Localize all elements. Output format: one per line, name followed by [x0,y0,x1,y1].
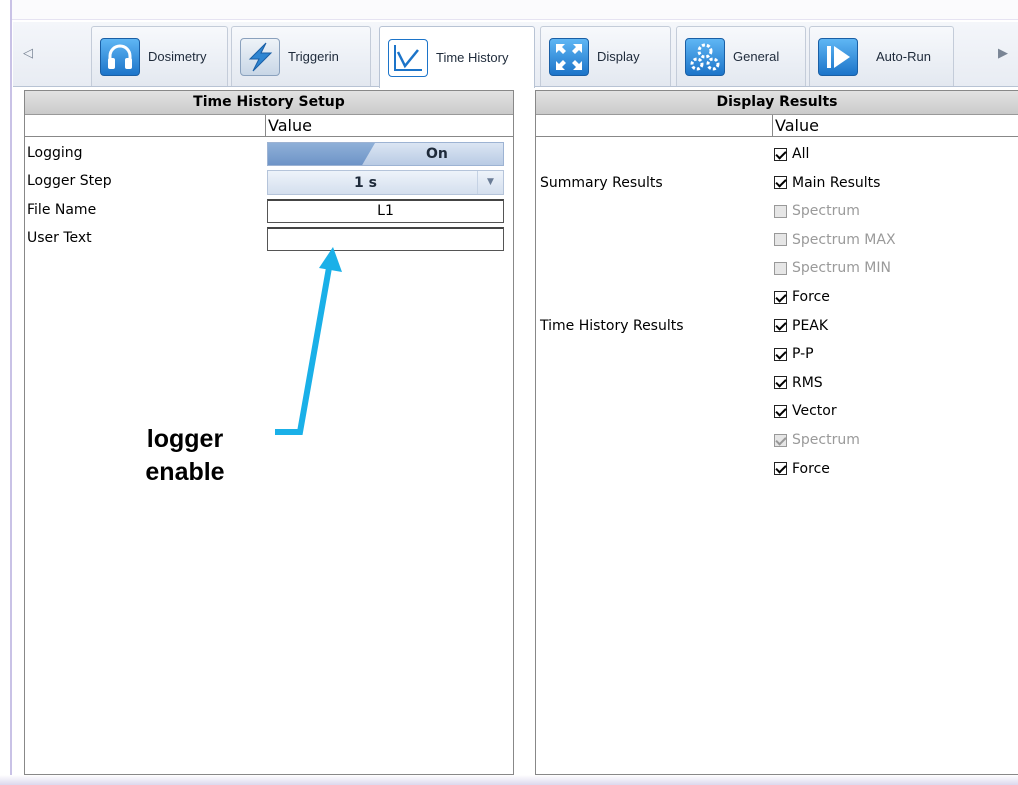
gears-icon [685,37,725,76]
result-checkbox-row[interactable]: PEAK [774,312,828,340]
checkbox[interactable] [774,204,787,218]
logging-value: On [426,146,448,162]
line-chart-icon [388,38,428,77]
logger-step-select[interactable]: 1 s ▼ [267,170,504,195]
annotation-line-2: enable [145,458,225,486]
summary-results-label: Summary Results [540,175,663,191]
logger-step-label: Logger Step [27,173,112,189]
tab-time-history[interactable]: Time History [379,26,535,88]
checkbox-label: Spectrum [792,432,860,448]
tab-label: Display [597,49,640,64]
tab-auto-run[interactable]: Auto-Run [809,26,954,86]
checkbox[interactable] [774,176,787,190]
time-history-results-label: Time History Results [540,318,684,334]
value-header: Value [775,116,819,135]
tab-label: Triggerin [288,49,339,64]
chevron-down-icon[interactable]: ▼ [477,171,503,194]
checkbox-label: Main Results [792,174,881,191]
play-icon [818,37,858,76]
checkbox[interactable] [774,290,787,304]
panel-title: Time History Setup [25,91,513,115]
checkbox-label: All [792,146,810,162]
file-name-value: L1 [377,203,394,219]
checkbox-label: Force [792,460,830,477]
file-name-input[interactable]: L1 [267,199,504,223]
result-checkbox-row[interactable]: All [774,140,809,168]
result-checkbox-row[interactable]: Force [774,283,830,311]
panel-title: Display Results [536,91,1018,115]
checkbox-label: RMS [792,374,823,391]
tab-label: General [733,49,780,64]
logger-step-row: Logger Step 1 s ▼ [25,169,513,197]
result-checkbox-row[interactable]: Spectrum [774,426,860,454]
column-divider [772,115,773,136]
result-checkbox-row[interactable]: Force [774,455,830,483]
tab-display[interactable]: Display [540,26,671,86]
column-header: Value [25,115,513,137]
checkbox-label: Spectrum [792,203,860,220]
value-header: Value [268,116,312,135]
user-text-label: User Text [27,230,92,246]
tab-label: Auto-Run [876,49,931,64]
scroll-right-icon[interactable]: ▶ [994,42,1012,66]
frame-bottom-edge [0,775,1018,785]
checkbox[interactable] [774,319,787,333]
checkbox-label: Spectrum MAX [792,231,896,248]
display-results-panel: Display Results Value Summary Results Ti… [535,90,1018,775]
lightning-icon [240,37,280,76]
user-text-input[interactable] [267,227,504,251]
column-divider [265,115,266,136]
checkbox-label: Spectrum MIN [792,260,891,277]
title-strip [12,0,1018,20]
checkbox-label: P-P [792,346,814,363]
checkbox-label: Force [792,289,830,305]
checkbox-label: Vector [792,403,837,420]
result-checkbox-row[interactable]: P-P [774,340,814,368]
tab-label: Dosimetry [148,49,207,64]
file-name-row: File Name L1 [25,198,513,226]
annotation-line-1: logger [146,425,224,453]
result-checkbox-row[interactable]: Spectrum [774,197,860,225]
logging-toggle[interactable]: On [267,142,504,166]
logging-level-fill [268,143,375,165]
result-checkbox-row[interactable]: RMS [774,369,823,397]
result-checkbox-row[interactable]: Vector [774,397,837,425]
file-name-label: File Name [27,202,97,218]
logging-row: Logging On [25,141,513,169]
scroll-left-icon[interactable]: ◁ [19,42,37,66]
tab-general[interactable]: General [676,26,806,86]
tab-label: Time History [436,50,509,65]
result-checkbox-row[interactable]: Main Results [774,169,880,197]
checkbox-label: PEAK [792,317,829,334]
annotation-text: logger enable [100,423,270,489]
checkbox[interactable] [774,261,787,275]
result-checkbox-row[interactable]: Spectrum MAX [774,226,896,254]
logging-label: Logging [27,145,83,161]
result-checkbox-row[interactable]: Spectrum MIN [774,254,891,282]
checkbox[interactable] [774,376,787,390]
column-header: Value [536,115,1018,137]
tab-triggering[interactable]: Triggerin [231,26,371,86]
logger-step-value: 1 s [354,175,377,191]
checkbox[interactable] [774,147,787,161]
user-text-row: User Text [25,226,513,254]
headphones-icon [100,37,140,76]
expand-arrows-icon [549,37,589,76]
checkbox[interactable] [774,233,787,247]
checkbox[interactable] [774,404,787,418]
checkbox[interactable] [774,462,787,476]
checkbox[interactable] [774,347,787,361]
tab-bar: ◁ Dosimetry Triggerin Time History Displ… [13,22,1018,88]
checkbox[interactable] [774,433,787,447]
tab-dosimetry[interactable]: Dosimetry [91,26,228,86]
